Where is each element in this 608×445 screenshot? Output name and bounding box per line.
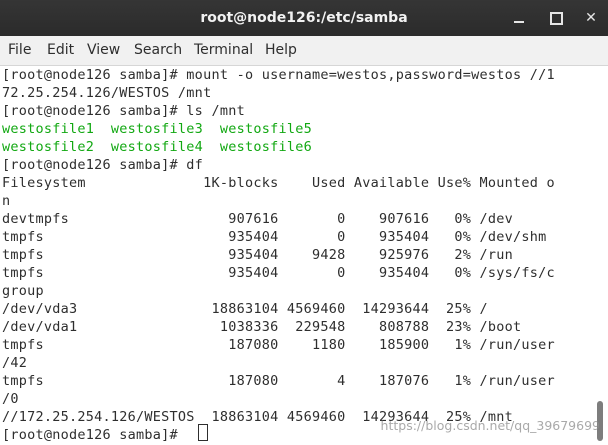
text-cursor	[198, 424, 208, 441]
watermark: https://blog.csdn.net/qq_39679699	[380, 418, 600, 433]
terminal-line: tmpfs 187080 4 187076 1% /run/user	[2, 373, 555, 389]
terminal-line: group	[2, 283, 44, 299]
terminal-line: n	[2, 193, 11, 209]
terminal-line: [root@node126 samba]#	[2, 427, 187, 443]
menu-edit[interactable]: Edit	[47, 36, 74, 65]
terminal-line: 72.25.254.126/WESTOS /mnt	[2, 85, 212, 101]
menu-view[interactable]: View	[87, 36, 120, 65]
title-bar[interactable]: root@node126:/etc/samba ✕	[0, 0, 608, 36]
terminal-output[interactable]: [root@node126 samba]# mount -o username=…	[0, 66, 608, 445]
terminal-window: root@node126:/etc/samba ✕ File Edit View…	[0, 0, 608, 445]
minimize-icon	[514, 21, 524, 23]
terminal-line: Filesystem 1K-blocks Used Available Use%…	[2, 175, 555, 191]
file-listing-line: westosfile2 westosfile4 westosfile6	[2, 139, 312, 155]
terminal-line: [root@node126 samba]# ls /mnt	[2, 103, 245, 119]
file-listing-line: westosfile1 westosfile3 westosfile5	[2, 121, 312, 137]
maximize-button[interactable]	[546, 8, 566, 28]
terminal-line: tmpfs 935404 9428 925976 2% /run	[2, 247, 514, 263]
terminal-line: /dev/vda1 1038336 229548 808788 23% /boo…	[2, 319, 522, 335]
minimize-button[interactable]	[509, 8, 529, 28]
terminal-line: [root@node126 samba]# mount -o username=…	[2, 67, 555, 83]
terminal-line: /dev/vda3 18863104 4569460 14293644 25% …	[2, 301, 488, 317]
terminal-line: /42	[2, 355, 28, 371]
terminal-line: devtmpfs 907616 0 907616 0% /dev	[2, 211, 514, 227]
maximize-icon	[550, 12, 563, 25]
close-icon: ✕	[585, 10, 597, 26]
terminal-line: tmpfs 187080 1180 185900 1% /run/user	[2, 337, 555, 353]
menu-terminal[interactable]: Terminal	[194, 36, 253, 65]
menu-help[interactable]: Help	[265, 36, 297, 65]
close-button[interactable]: ✕	[581, 8, 601, 28]
terminal-line: tmpfs 935404 0 935404 0% /sys/fs/c	[2, 265, 555, 281]
menu-bar: File Edit View Search Terminal Help	[0, 36, 608, 66]
terminal-line: /0	[2, 391, 19, 407]
terminal-line: [root@node126 samba]# df	[2, 157, 204, 173]
terminal-line: tmpfs 935404 0 935404 0% /dev/shm	[2, 229, 547, 245]
menu-file[interactable]: File	[8, 36, 31, 65]
menu-search[interactable]: Search	[134, 36, 182, 65]
